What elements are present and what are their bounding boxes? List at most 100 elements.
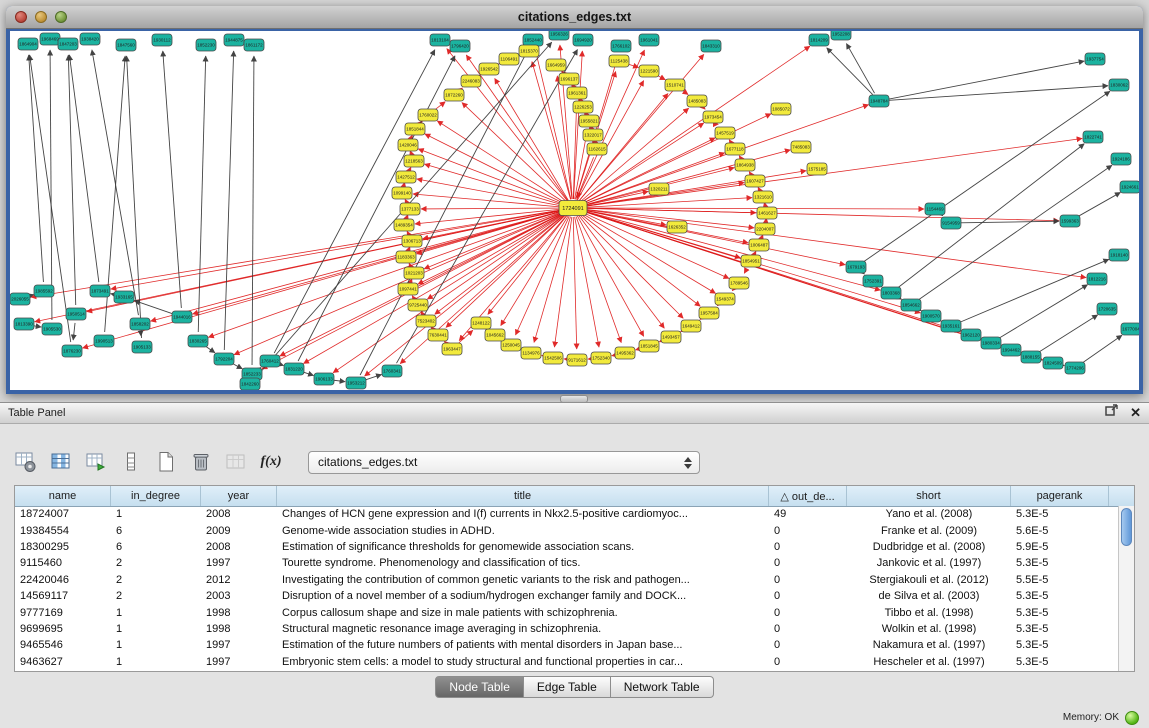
graph-node[interactable]: 7523402 — [416, 315, 436, 327]
graph-node[interactable]: 1720635 — [1097, 303, 1117, 315]
table-cell[interactable]: 1 — [111, 508, 201, 520]
scrollbar-thumb[interactable] — [1121, 508, 1132, 546]
table-cell[interactable]: 0 — [769, 623, 847, 635]
graph-edge[interactable] — [827, 48, 873, 95]
table-settings-icon[interactable] — [12, 448, 40, 476]
graph-node[interactable]: 1099140 — [392, 187, 412, 199]
table-cell[interactable]: 2008 — [201, 508, 277, 520]
graph-node[interactable]: 1457519 — [715, 127, 735, 139]
graph-edge[interactable] — [151, 210, 565, 321]
table-cell[interactable]: Genome-wide association studies in ADHD. — [277, 525, 769, 537]
graph-edge[interactable] — [405, 199, 406, 201]
graph-edge[interactable] — [421, 208, 564, 209]
graph-edge[interactable] — [959, 259, 1109, 322]
table-cell[interactable]: Hescheler et al. (1997) — [847, 656, 1011, 668]
graph-node[interactable]: 1677004 — [1121, 323, 1139, 335]
window-close-button[interactable] — [15, 11, 27, 23]
network-table-selector[interactable]: citations_edges.txt — [308, 451, 700, 474]
graph-edge[interactable] — [918, 165, 1112, 300]
table-cell[interactable]: 22420046 — [15, 574, 111, 586]
graph-node[interactable]: 1962120 — [961, 329, 981, 341]
graph-node[interactable]: 1905133 — [132, 341, 152, 353]
float-panel-icon[interactable] — [1105, 404, 1118, 422]
graph-node[interactable]: 1154469 — [925, 203, 945, 215]
table-cell[interactable]: 5.6E-5 — [1011, 525, 1109, 537]
graph-node[interactable]: 1918140 — [1109, 249, 1129, 261]
graph-node[interactable]: 1851844 — [405, 123, 425, 135]
graph-edge[interactable] — [863, 91, 1110, 262]
graph-edge[interactable] — [73, 323, 75, 340]
network-canvas[interactable]: 1864904196846918472031938420184756019301… — [10, 31, 1139, 390]
table-cell[interactable]: 9777169 — [15, 607, 111, 619]
graph-edge[interactable] — [576, 57, 618, 200]
graph-node[interactable]: 1985592 — [34, 285, 54, 297]
delete-icon[interactable] — [187, 448, 215, 476]
graph-edge[interactable] — [466, 55, 568, 201]
graph-node[interactable]: 1420046 — [398, 139, 418, 151]
table-cell[interactable]: 1998 — [201, 607, 277, 619]
graph-edge[interactable] — [534, 217, 570, 343]
graph-node[interactable]: 1847560 — [116, 39, 136, 51]
table-cell[interactable]: 1997 — [201, 656, 277, 668]
graph-node[interactable]: 1045662 — [485, 329, 505, 341]
graph-edge[interactable] — [205, 346, 215, 353]
graph-node[interactable]: 1485083 — [687, 95, 707, 107]
table-cell[interactable]: 0 — [769, 639, 847, 651]
table-cell[interactable]: 5.5E-5 — [1011, 574, 1109, 586]
table-cell[interactable]: 14569117 — [15, 590, 111, 602]
graph-node[interactable]: 1097441 — [398, 283, 418, 295]
graph-node[interactable]: 1021203 — [404, 267, 424, 279]
graph-edge[interactable] — [576, 216, 621, 342]
edit-table-icon[interactable] — [82, 448, 110, 476]
graph-edge[interactable] — [1082, 335, 1122, 363]
column-header-pagerank[interactable]: pagerank — [1011, 486, 1109, 506]
table-cell[interactable]: Jankovic et al. (1997) — [847, 557, 1011, 569]
graph-node[interactable]: 1852230 — [196, 39, 216, 51]
graph-node[interactable]: 1963447 — [442, 343, 462, 355]
table-cell[interactable]: 1 — [111, 656, 201, 668]
table-cell[interactable]: 5.3E-5 — [1011, 508, 1109, 520]
table-cell[interactable]: 1997 — [201, 639, 277, 651]
graph-node[interactable]: 1679193 — [846, 261, 866, 273]
table-cell[interactable]: 5.3E-5 — [1011, 656, 1109, 668]
graph-node[interactable]: 1924186 — [1111, 153, 1131, 165]
graph-node[interactable]: 1218563 — [404, 155, 424, 167]
graph-edge[interactable] — [577, 216, 643, 336]
table-row[interactable]: 1938455462009Genome-wide association stu… — [15, 522, 1119, 538]
table-cell[interactable]: 2 — [111, 557, 201, 569]
table-row[interactable]: 1872400712008Changes of HCN gene express… — [15, 506, 1119, 522]
graph-node[interactable]: 1873491 — [90, 285, 110, 297]
graph-edge[interactable] — [846, 44, 874, 94]
table-cell[interactable]: 1 — [111, 639, 201, 651]
table-row[interactable]: 1830029562008Estimation of significance … — [15, 539, 1119, 555]
graph-node[interactable]: 1864938 — [735, 159, 755, 171]
window-titlebar[interactable]: citations_edges.txt — [6, 6, 1143, 29]
table-cell[interactable]: 6 — [111, 525, 201, 537]
graph-node[interactable]: 1980334 — [981, 337, 1001, 349]
window-zoom-button[interactable] — [55, 11, 67, 23]
graph-node[interactable]: 1900570 — [921, 310, 941, 322]
graph-node[interactable]: 1957584 — [699, 307, 719, 319]
tab-node-table[interactable]: Node Table — [435, 676, 524, 698]
graph-node[interactable]: 1575185 — [807, 163, 827, 175]
table-cell[interactable]: Wolkin et al. (1998) — [847, 623, 1011, 635]
rows-icon[interactable] — [117, 448, 145, 476]
graph-edge[interactable] — [581, 212, 729, 279]
table-cell[interactable]: 0 — [769, 557, 847, 569]
column-header-out-de-[interactable]: △ out_de... — [769, 486, 847, 506]
graph-edge[interactable] — [459, 330, 473, 343]
table-cell[interactable]: 9115460 — [15, 557, 111, 569]
graph-node[interactable]: 1814209 — [809, 34, 829, 46]
graph-edge[interactable] — [29, 55, 44, 282]
graph-edge[interactable] — [703, 107, 705, 109]
table-cell[interactable]: Corpus callosum shape and size in male p… — [277, 607, 769, 619]
graph-node[interactable]: 1649412 — [681, 320, 701, 332]
graph-node[interactable]: 1961041 — [639, 34, 659, 46]
graph-node[interactable]: 2246083 — [461, 75, 481, 87]
graph-node[interactable]: 1813390 — [14, 318, 34, 330]
table-cell[interactable]: Nakamura et al. (1997) — [847, 639, 1011, 651]
graph-edge[interactable] — [898, 144, 1084, 288]
graph-node[interactable]: 1861172 — [244, 39, 264, 51]
graph-edge[interactable] — [427, 213, 565, 299]
graph-node[interactable]: 1935161 — [941, 320, 961, 332]
